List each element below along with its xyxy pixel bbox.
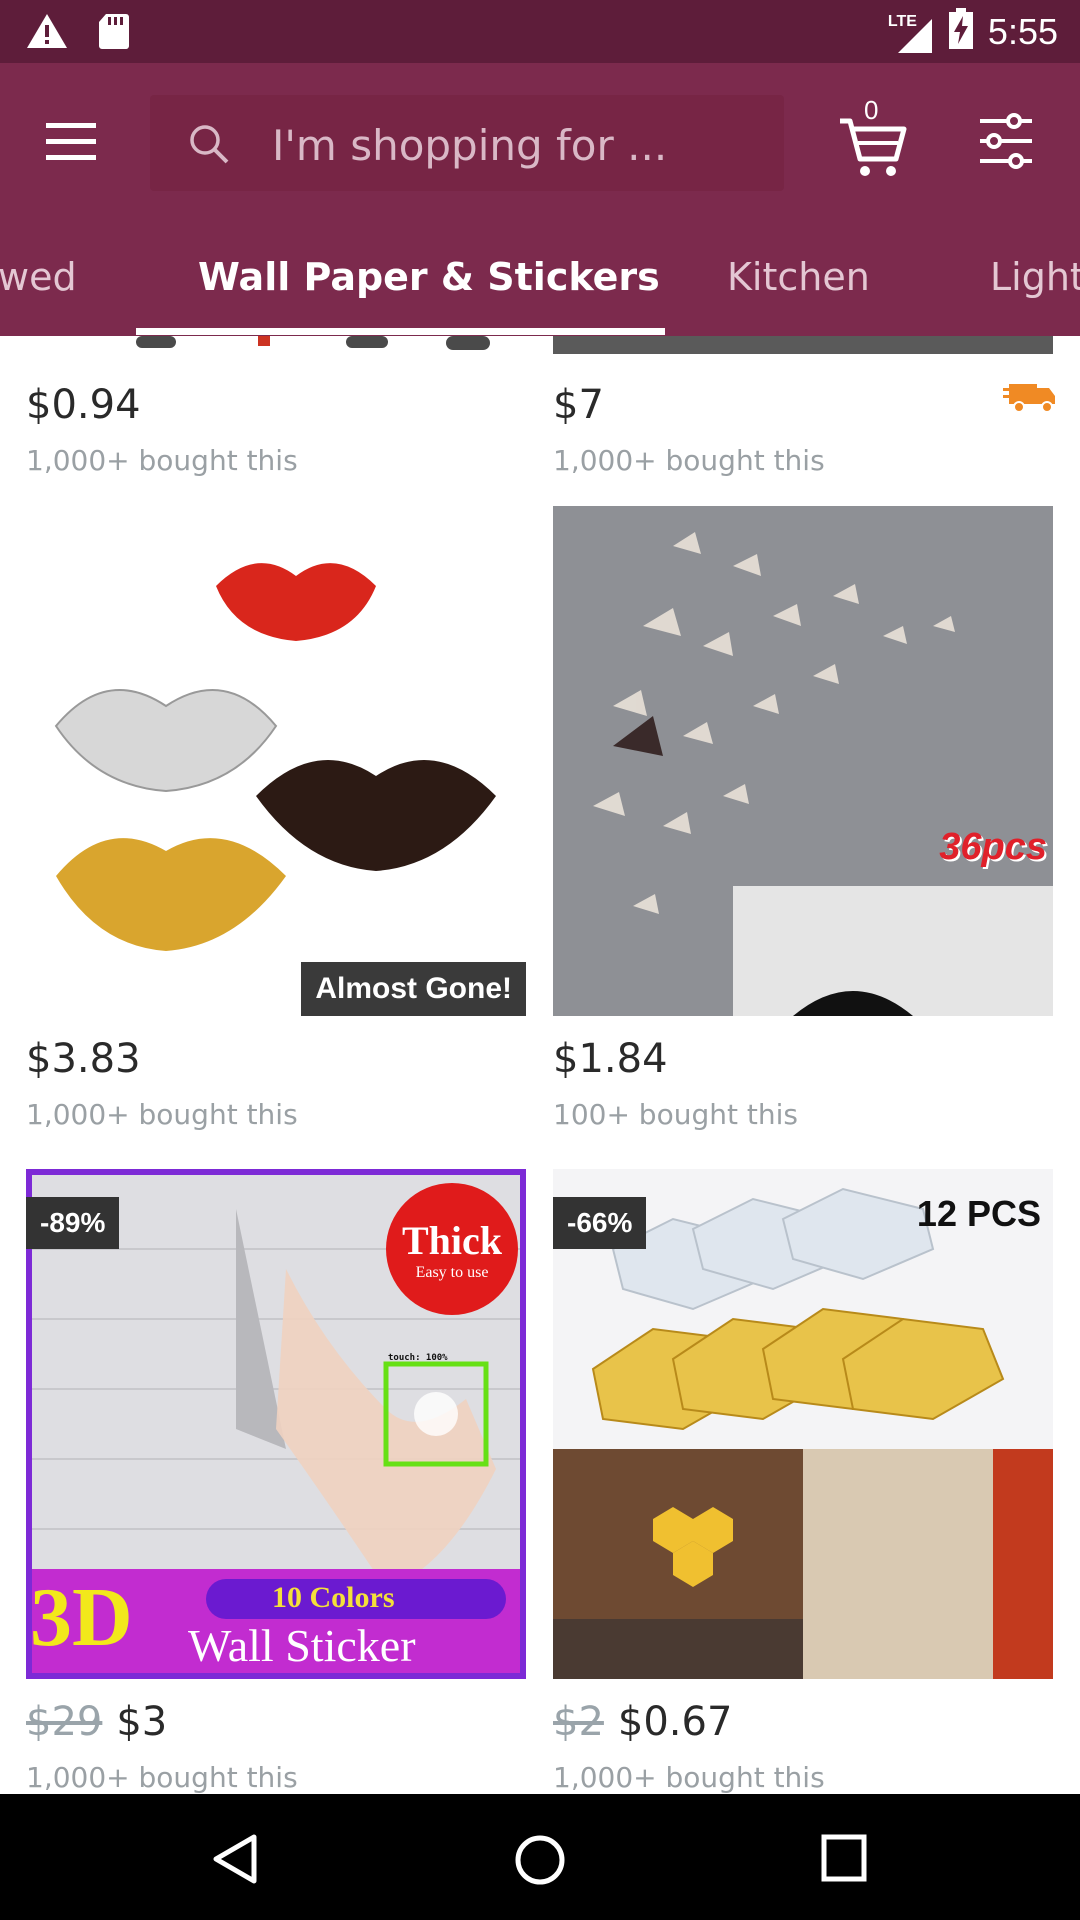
price-current: $7	[553, 382, 604, 428]
bought-count: 1,000+ bought this	[26, 444, 298, 477]
fast-shipping-icon	[1003, 378, 1057, 419]
colors-label: 10 Colors	[272, 1581, 395, 1614]
back-icon	[213, 1834, 257, 1884]
recents-icon	[821, 1834, 867, 1882]
category-tabs: wed Wall Paper & Stickers Kitchen Light	[0, 243, 1080, 336]
discount-badge: -89%	[26, 1197, 120, 1249]
tab-wall-paper-stickers[interactable]: Wall Paper & Stickers	[198, 255, 660, 299]
product-price: $3.83	[26, 1036, 141, 1082]
bought-count: 100+ bought this	[553, 1098, 798, 1131]
product-price: $29 $3	[26, 1699, 167, 1745]
search-icon	[188, 123, 230, 170]
product-image: Almost Gone!	[26, 506, 526, 1016]
touch-label: touch: 100%	[388, 1353, 448, 1363]
product-image: 36pcs	[553, 506, 1053, 1016]
price-current: $1.84	[553, 1036, 668, 1082]
price-original: $29	[26, 1699, 103, 1745]
three-d-label: 3D	[30, 1571, 133, 1664]
product-price: $2 $0.67	[553, 1699, 732, 1745]
tab-light[interactable]: Light	[990, 255, 1080, 299]
product-price: $1.84	[553, 1036, 668, 1082]
back-button[interactable]	[212, 1834, 258, 1889]
bought-count: 1,000+ bought this	[553, 1761, 825, 1794]
thick-label: Thick	[401, 1218, 503, 1263]
easy-to-use-label: Easy to use	[415, 1264, 489, 1281]
wall-sticker-label: Wall Sticker	[188, 1620, 416, 1671]
tab-kitchen[interactable]: Kitchen	[727, 255, 870, 299]
almost-gone-badge: Almost Gone!	[301, 962, 526, 1016]
product-price: $0.94	[26, 382, 141, 428]
app-header: I'm shopping for ... 0 wed Wall Paper & …	[0, 63, 1080, 336]
discount-badge: -66%	[553, 1197, 647, 1249]
search-input[interactable]: I'm shopping for ...	[150, 95, 784, 191]
product-image	[26, 336, 526, 352]
filter-button[interactable]	[978, 111, 1034, 171]
hamburger-icon	[46, 123, 96, 160]
home-button[interactable]	[514, 1834, 566, 1891]
product-grid: $0.94 1,000+ bought this $7 1,000+ bough…	[0, 336, 1080, 1794]
sd-card-icon	[98, 12, 130, 55]
battery-charging-icon	[948, 8, 974, 55]
price-current: $3	[116, 1699, 168, 1745]
tab-viewed[interactable]: wed	[0, 255, 77, 299]
bought-count: 1,000+ bought this	[26, 1761, 298, 1794]
product-price: $7	[553, 382, 604, 428]
price-current: $3.83	[26, 1036, 141, 1082]
sliders-icon	[980, 113, 1032, 169]
bought-count: 1,000+ bought this	[553, 444, 825, 477]
recents-button[interactable]	[821, 1834, 867, 1887]
price-original: $2	[553, 1699, 604, 1745]
status-bar: LTE 5:55	[0, 0, 1080, 63]
warning-icon	[26, 12, 68, 55]
cart-button[interactable]: 0	[838, 95, 908, 181]
navigation-bar	[0, 1794, 1080, 1920]
menu-button[interactable]	[46, 117, 98, 167]
product-image: 12 PCS -66%	[553, 1169, 1053, 1679]
product-image	[553, 336, 1053, 354]
clock: 5:55	[987, 10, 1058, 52]
home-icon	[515, 1835, 565, 1885]
search-placeholder: I'm shopping for ...	[272, 121, 668, 170]
thick-badge: Thick Easy to use	[386, 1183, 518, 1315]
bought-count: 1,000+ bought this	[26, 1098, 298, 1131]
cart-count: 0	[864, 95, 879, 125]
price-current: $0.67	[617, 1699, 733, 1745]
signal-icon: LTE	[888, 9, 934, 55]
active-tab-indicator	[136, 328, 665, 335]
product-image: Thick Easy to use touch: 100% 3D 10 Colo…	[26, 1169, 526, 1679]
pieces-label: 36pcs	[939, 826, 1047, 868]
price-current: $0.94	[26, 382, 141, 428]
pieces-label: 12 PCS	[916, 1193, 1041, 1234]
